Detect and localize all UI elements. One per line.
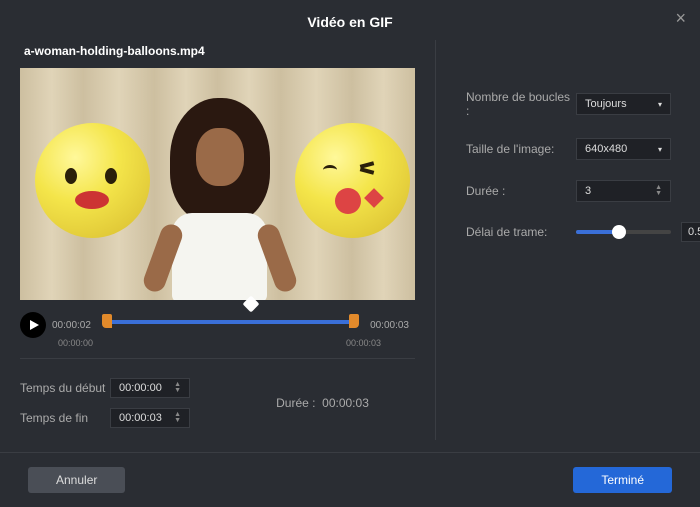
play-button[interactable]: [20, 312, 46, 338]
image-size-select[interactable]: 640x480 ▾: [576, 138, 671, 160]
file-name: a-woman-holding-balloons.mp4: [20, 40, 415, 68]
loops-select[interactable]: Toujours ▾: [576, 93, 671, 115]
chevron-down-icon: ▾: [658, 100, 662, 109]
opt-duration-label: Durée :: [466, 184, 576, 198]
start-time-input[interactable]: 00:00:00 ▲▼: [110, 378, 190, 398]
duration-value: 00:00:03: [322, 396, 369, 410]
cancel-button[interactable]: Annuler: [28, 467, 125, 493]
end-time-label: Temps de fin: [20, 411, 110, 425]
frame-delay-label: Délai de trame:: [466, 225, 576, 239]
preview-panel: a-woman-holding-balloons.mp4 00:0: [20, 40, 415, 440]
balloon-right: [295, 123, 410, 238]
done-button[interactable]: Terminé: [573, 467, 672, 493]
trim-end-handle[interactable]: [349, 314, 359, 328]
chevron-down-icon: ▾: [658, 145, 662, 154]
image-size-label: Taille de l'image:: [466, 142, 576, 156]
frame-delay-input[interactable]: 0.50 ▲▼: [681, 222, 700, 242]
duration-label: Durée :: [276, 396, 315, 410]
balloon-left: [35, 123, 150, 238]
video-preview[interactable]: [20, 68, 415, 300]
spinner-icon[interactable]: ▲▼: [174, 382, 181, 394]
person: [160, 93, 280, 293]
dialog-title: Vidéo en GIF: [0, 14, 700, 30]
dialog-footer: Annuler Terminé: [0, 452, 700, 507]
trim-range[interactable]: [102, 310, 359, 340]
play-icon: [30, 320, 39, 330]
loops-label: Nombre de boucles :: [466, 90, 576, 118]
spinner-icon[interactable]: ▲▼: [174, 412, 181, 424]
dialog-header: Vidéo en GIF ×: [0, 0, 700, 40]
close-icon[interactable]: ×: [675, 8, 686, 29]
trim-start-handle[interactable]: [102, 314, 112, 328]
axis-start: 00:00:00: [58, 338, 93, 348]
spinner-icon[interactable]: ▲▼: [655, 185, 662, 197]
start-time-label: Temps du début: [20, 381, 110, 395]
time-current: 00:00:02: [52, 320, 96, 331]
slider-thumb[interactable]: [612, 225, 626, 239]
frame-delay-slider[interactable]: [576, 230, 671, 234]
time-end: 00:00:03: [365, 320, 409, 331]
end-time-input[interactable]: 00:00:03 ▲▼: [110, 408, 190, 428]
options-panel: Nombre de boucles : Toujours ▾ Taille de…: [435, 40, 700, 440]
opt-duration-input[interactable]: 3 ▲▼: [576, 180, 671, 202]
